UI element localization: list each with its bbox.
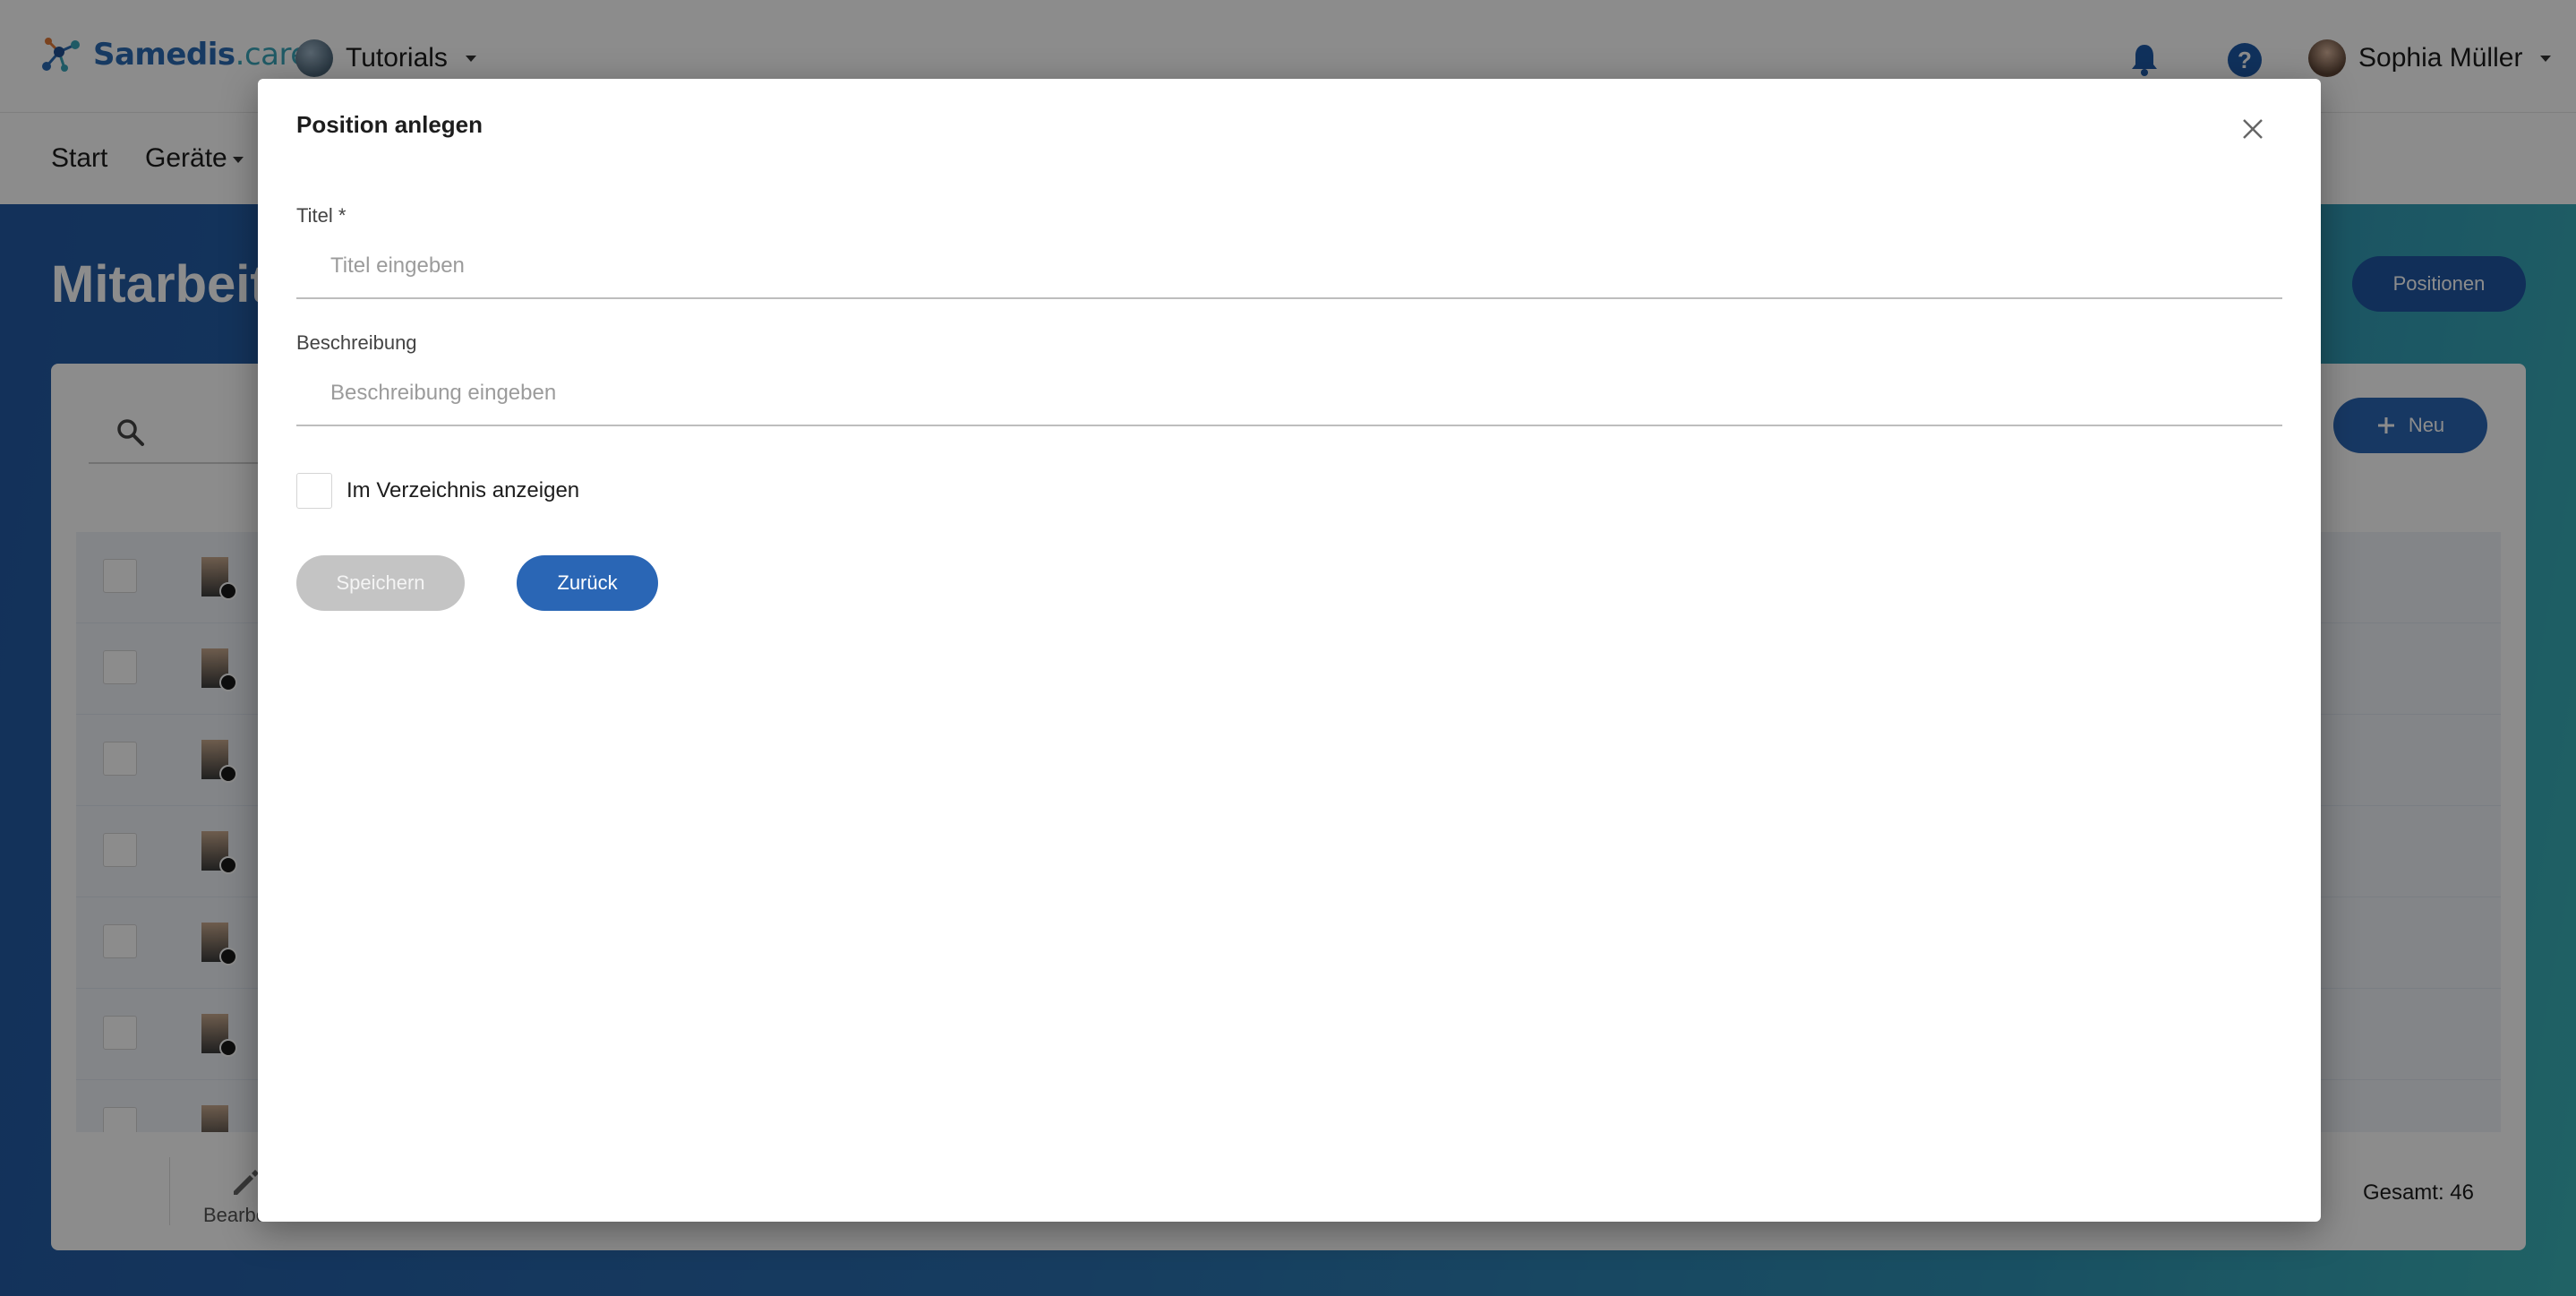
description-field-label: Beschreibung xyxy=(296,331,417,354)
title-field-label: Titel * xyxy=(296,204,347,227)
back-button[interactable]: Zurück xyxy=(517,555,658,611)
close-icon[interactable] xyxy=(2235,111,2271,147)
dialog-title: Position anlegen xyxy=(296,111,484,138)
show-in-directory-option[interactable]: Im Verzeichnis anzeigen xyxy=(296,473,579,509)
description-input[interactable] xyxy=(296,362,2282,426)
show-in-directory-checkbox[interactable] xyxy=(296,473,332,509)
show-in-directory-label: Im Verzeichnis anzeigen xyxy=(347,478,580,502)
create-position-dialog: Position anlegen Titel * Beschreibung Im… xyxy=(258,79,2321,1222)
save-button[interactable]: Speichern xyxy=(296,555,465,611)
title-input[interactable] xyxy=(296,235,2282,299)
